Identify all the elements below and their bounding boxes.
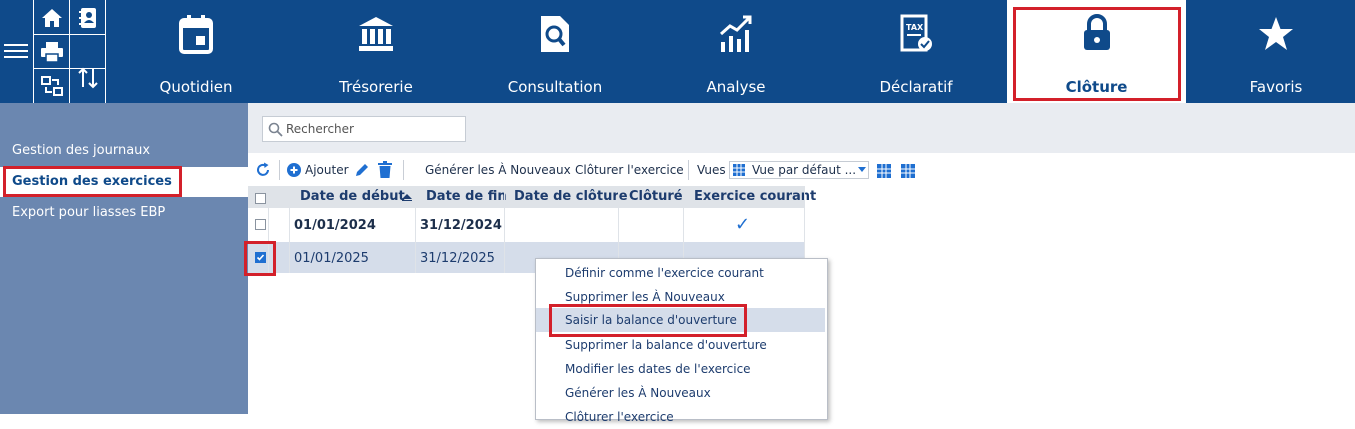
add-icon[interactable]: [287, 163, 301, 177]
sidebar-item-label: Gestion des exercices: [12, 174, 172, 189]
current-check-icon: ✓: [735, 214, 751, 235]
column-divider: [268, 186, 269, 273]
tab-label: Clôture: [1065, 78, 1128, 96]
menu-item-label: Générer les À Nouveaux: [565, 386, 711, 400]
menu-item-generate-a-nouveaux[interactable]: Générer les À Nouveaux: [536, 381, 825, 405]
select-all-checkbox[interactable]: [255, 193, 266, 204]
tab-label: Analyse: [706, 78, 766, 96]
menu-item-set-current[interactable]: Définir comme l'exercice courant: [536, 261, 825, 285]
column-divider: [504, 186, 505, 273]
menu-item-delete-opening-balance[interactable]: Supprimer la balance d'ouverture: [536, 333, 825, 357]
view-save-icon[interactable]: [877, 164, 891, 178]
tab-favoris[interactable]: Favoris: [1216, 0, 1336, 103]
row-checkbox[interactable]: [255, 219, 266, 230]
sidebar-item-journaux[interactable]: Gestion des journaux: [12, 143, 150, 158]
tab-quotidien[interactable]: Quotidien: [136, 0, 256, 103]
cell-end: 31/12/2025: [420, 251, 495, 266]
menu-item-close-exercise[interactable]: Clôturer l'exercice: [536, 405, 825, 429]
address-book-icon[interactable]: [71, 1, 104, 34]
bank-icon: [316, 14, 436, 58]
sidebar-item-export[interactable]: Export pour liasses EBP: [12, 205, 165, 220]
document-search-icon: [495, 14, 615, 58]
context-menu: Définir comme l'exercice courant Supprim…: [535, 258, 828, 424]
tab-label: Trésorerie: [339, 78, 413, 96]
search-placeholder: Rechercher: [286, 122, 354, 136]
delete-icon[interactable]: [378, 161, 392, 178]
divider: [105, 0, 106, 103]
column-header-closing-date[interactable]: Date de clôture: [514, 189, 628, 204]
view-select-value: Vue par défaut ...: [752, 163, 857, 177]
tab-label: Consultation: [507, 78, 603, 96]
sort-asc-icon: [402, 194, 412, 201]
tax-icon: TAX: [856, 14, 976, 58]
sort-arrows-icon[interactable]: [71, 61, 104, 94]
tab-consultation[interactable]: Consultation: [495, 0, 615, 103]
close-exercise-button[interactable]: Clôturer l'exercice: [575, 163, 684, 177]
menu-icon[interactable]: [4, 40, 28, 60]
divider: [69, 0, 70, 103]
column-header-current[interactable]: Exercice courant: [694, 189, 816, 204]
column-header-closed[interactable]: Clôturé: [629, 189, 683, 204]
toolbar-separator: [279, 160, 280, 180]
tab-analyse[interactable]: Analyse: [676, 0, 796, 103]
tab-label: Quotidien: [159, 78, 233, 96]
menu-item-enter-opening-balance[interactable]: Saisir la balance d'ouverture: [536, 308, 825, 332]
cell-start: 01/01/2024: [294, 218, 376, 233]
column-header-start[interactable]: Date de début: [300, 189, 405, 204]
lock-icon: [1007, 14, 1186, 58]
menu-item-label: Supprimer la balance d'ouverture: [565, 338, 767, 352]
tab-cloture[interactable]: Clôture: [1007, 0, 1186, 103]
tab-declaratif[interactable]: TAX Déclaratif: [856, 0, 976, 103]
add-button[interactable]: Ajouter: [305, 163, 349, 177]
menu-item-label: Supprimer les À Nouveaux: [565, 290, 725, 304]
menu-item-label: Modifier les dates de l'exercice: [565, 362, 751, 376]
search-input[interactable]: Rechercher: [262, 116, 466, 142]
menu-item-label: Saisir la balance d'ouverture: [565, 313, 737, 327]
cell-end: 31/12/2024: [420, 218, 502, 233]
tab-label: Déclaratif: [879, 78, 953, 96]
view-manage-icon[interactable]: [901, 164, 915, 178]
view-select[interactable]: Vue par défaut ...: [729, 161, 869, 179]
cell-start: 01/01/2025: [294, 251, 369, 266]
menu-item-label: Définir comme l'exercice courant: [565, 266, 764, 280]
transfer-icon[interactable]: [35, 69, 68, 102]
tab-tresorerie[interactable]: Trésorerie: [316, 0, 436, 103]
edit-icon[interactable]: [354, 162, 370, 178]
svg-text:TAX: TAX: [906, 23, 924, 32]
menu-item-modify-dates[interactable]: Modifier les dates de l'exercice: [536, 357, 825, 381]
printer-icon[interactable]: [35, 35, 68, 68]
grid-view-icon: [733, 164, 745, 176]
menu-item-delete-a-nouveaux[interactable]: Supprimer les À Nouveaux: [536, 285, 825, 309]
search-icon: [268, 122, 283, 137]
views-label: Vues: [697, 163, 726, 177]
calendar-icon: [136, 14, 256, 58]
tab-label: Favoris: [1249, 78, 1303, 96]
column-divider: [289, 186, 290, 273]
column-header-end[interactable]: Date de fin: [426, 189, 507, 204]
row-checkbox[interactable]: [255, 252, 266, 263]
chevron-down-icon: [858, 167, 866, 172]
checkmark-icon: [256, 254, 265, 261]
refresh-icon[interactable]: [255, 162, 271, 178]
home-icon[interactable]: [35, 1, 68, 34]
divider: [33, 0, 34, 103]
column-divider: [415, 186, 416, 273]
toolbar-separator: [688, 160, 689, 180]
menu-item-label: Clôturer l'exercice: [565, 410, 674, 424]
star-icon: [1216, 14, 1336, 58]
chart-icon: [676, 14, 796, 58]
generate-a-nouveaux-button[interactable]: Générer les À Nouveaux: [425, 163, 571, 177]
toolbar-separator: [403, 160, 404, 180]
